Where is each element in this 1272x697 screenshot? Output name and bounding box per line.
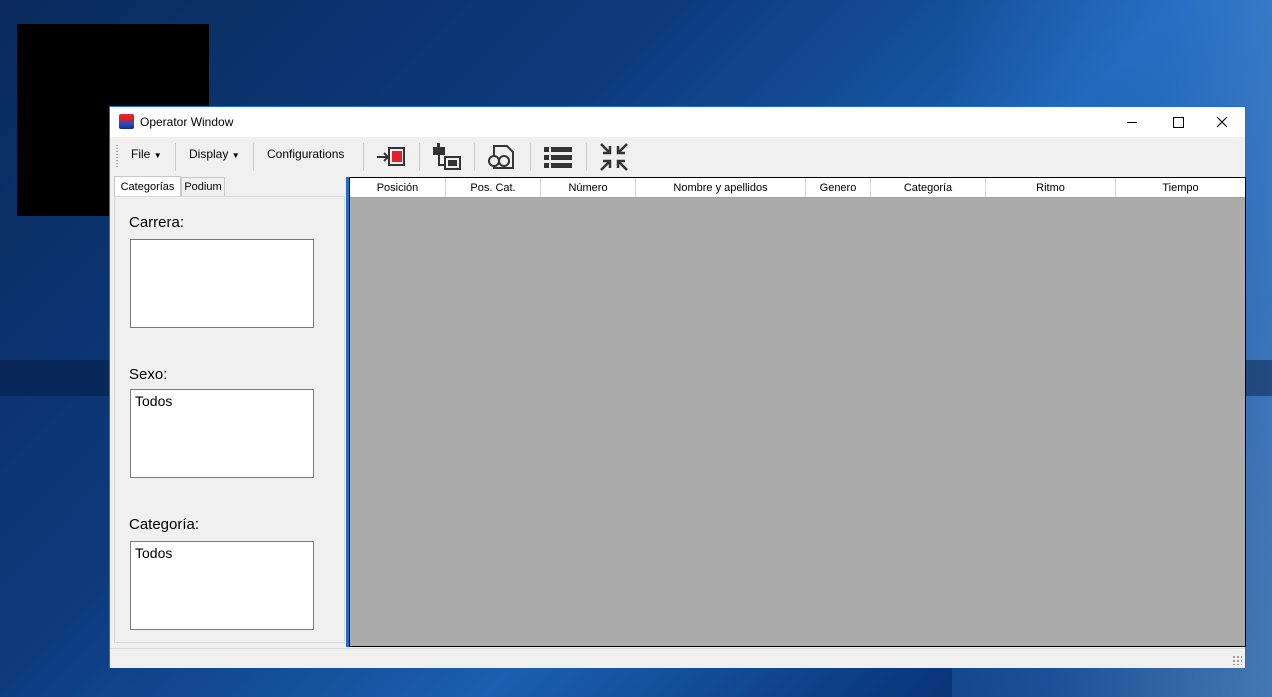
status-bar [110,648,1245,668]
toolbar-separator [586,143,587,171]
sexo-listbox[interactable]: Todos [130,389,314,478]
list-view-button[interactable] [541,141,575,173]
collapse-button[interactable] [597,141,631,173]
display-menu-label: Display [189,147,229,161]
carrera-listbox[interactable] [130,239,314,328]
minimize-icon [1127,121,1137,123]
window-title: Operator Window [140,115,234,129]
close-icon [1216,116,1228,128]
categoria-listbox[interactable]: Todos [130,541,314,630]
toolbar-separator [363,143,364,171]
display-menu[interactable]: Display ▼ [189,147,240,161]
toolbar-grip[interactable] [116,145,118,169]
results-grid[interactable]: Posición Pos. Cat. Número Nombre y apell… [349,177,1246,647]
toolbar-separator [253,143,254,171]
grid-header: Posición Pos. Cat. Número Nombre y apell… [350,178,1245,198]
chevron-down-icon: ▼ [231,151,240,160]
column-header-ritmo[interactable]: Ritmo [986,178,1116,197]
file-menu-label: File [131,147,151,161]
categorias-panel: Carrera: Sexo: Todos Categoría: Todos [114,196,345,643]
preview-document-button[interactable] [485,141,519,173]
transfer-window-icon [433,143,461,170]
import-stop-icon [377,147,405,166]
transfer-window-button[interactable] [429,141,463,173]
file-menu[interactable]: File ▼ [131,147,162,161]
import-stop-button[interactable] [374,141,408,173]
tab-podium[interactable]: Podium [181,177,225,196]
minimize-button[interactable] [1109,107,1155,137]
maximize-button[interactable] [1155,107,1201,137]
toolbar-separator [474,143,475,171]
title-bar[interactable]: Operator Window [110,107,1245,137]
operator-window: Operator Window File ▼ Display ▼ Configu… [109,106,1246,668]
close-button[interactable] [1199,107,1245,137]
sexo-label: Sexo: [129,366,168,383]
app-icon [119,114,134,129]
column-header-numero[interactable]: Número [541,178,636,197]
column-header-tiempo[interactable]: Tiempo [1116,178,1245,197]
column-header-nombre[interactable]: Nombre y apellidos [636,178,806,197]
configurations-button[interactable]: Configurations [267,147,344,161]
column-header-pos-cat[interactable]: Pos. Cat. [446,178,541,197]
configurations-label: Configurations [267,147,345,161]
toolbar-separator [175,143,176,171]
categoria-label: Categoría: [129,516,200,533]
column-header-genero[interactable]: Genero [806,178,871,197]
collapse-arrows-icon [600,143,628,171]
tab-categorias[interactable]: Categorías [114,176,181,196]
preview-document-icon [488,145,514,169]
column-header-posicion[interactable]: Posición [350,178,446,197]
list-item[interactable]: Todos [135,545,309,561]
list-icon [544,147,572,168]
toolbar-separator [530,143,531,171]
toolbar: File ▼ Display ▼ Configurations [110,137,1245,176]
maximize-icon [1172,116,1184,128]
carrera-label: Carrera: [129,214,185,231]
resize-grip-icon[interactable] [1232,655,1242,665]
list-item[interactable]: Todos [135,393,309,409]
chevron-down-icon: ▼ [153,151,162,160]
toolbar-separator [419,143,420,171]
column-header-categoria[interactable]: Categoría [871,178,986,197]
